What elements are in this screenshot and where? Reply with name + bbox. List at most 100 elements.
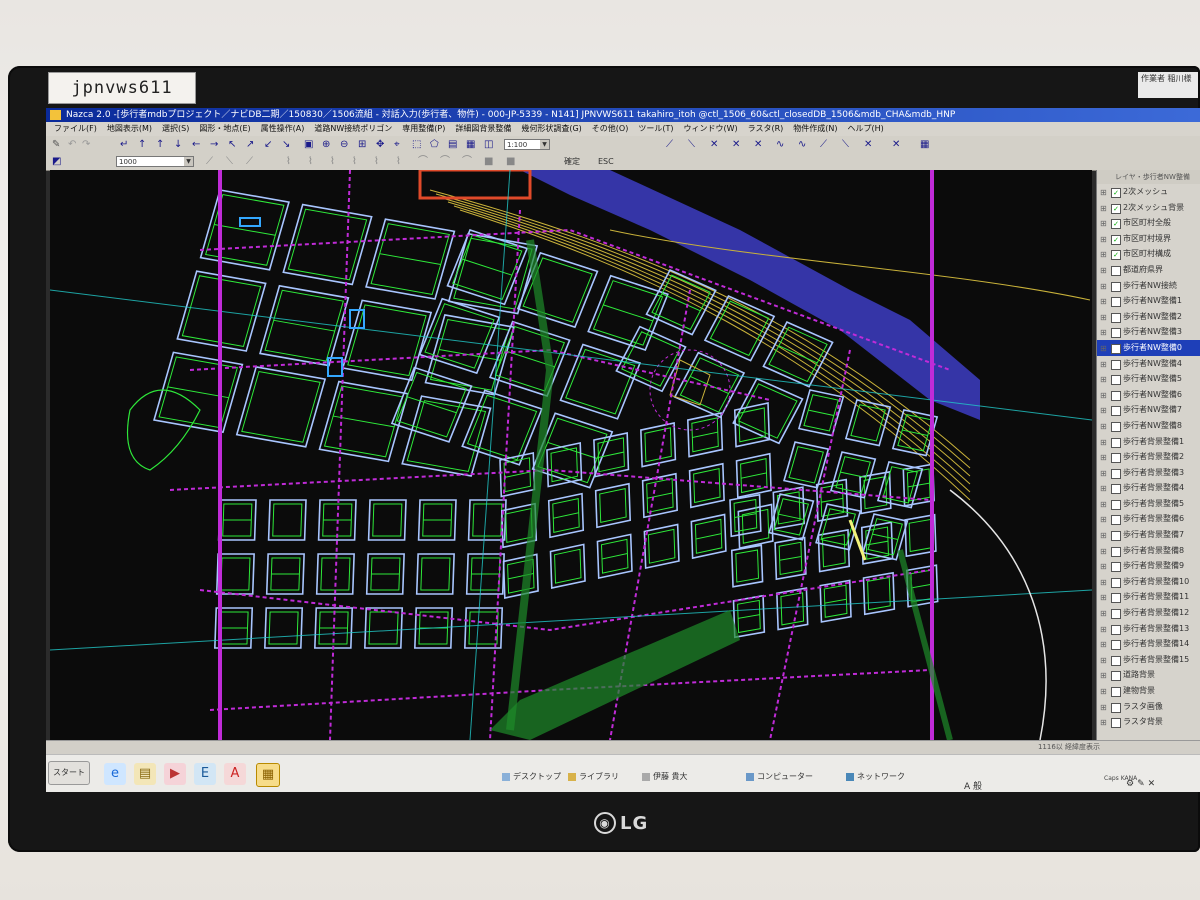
- line-icon[interactable]: ⟋: [206, 156, 213, 167]
- arc-icon[interactable]: ⌒: [440, 156, 450, 167]
- expand-icon[interactable]: ⊞: [1100, 294, 1107, 310]
- layer-item[interactable]: ⊞ 歩行者背景整備10: [1097, 574, 1200, 590]
- layer-checkbox[interactable]: [1111, 421, 1121, 432]
- layer-checkbox[interactable]: ✓: [1111, 234, 1121, 245]
- expand-icon[interactable]: ⊞: [1100, 263, 1107, 279]
- arrow-right-icon[interactable]: →: [210, 139, 218, 150]
- delete-node-icon[interactable]: ✕: [864, 139, 872, 150]
- arrow-up-icon[interactable]: ↑: [156, 139, 164, 150]
- grid-icon[interactable]: ▦: [920, 139, 929, 150]
- polyline-icon[interactable]: ⌇: [396, 156, 401, 167]
- layer-item[interactable]: ⊞ 歩行者背景整備14: [1097, 636, 1200, 652]
- layer-checkbox[interactable]: [1111, 328, 1121, 339]
- menu-item[interactable]: ツール(T): [638, 124, 673, 133]
- fill-icon[interactable]: ▤: [448, 139, 457, 150]
- polyline-icon[interactable]: ⌇: [330, 156, 335, 167]
- layer-item[interactable]: ⊞ 道路背景: [1097, 667, 1200, 683]
- expand-icon[interactable]: ⊞: [1100, 715, 1107, 731]
- taskbar-user[interactable]: 伊藤 貴大: [642, 771, 688, 782]
- expand-icon[interactable]: ⊞: [1100, 606, 1107, 622]
- layer-icon[interactable]: ◫: [484, 139, 493, 150]
- expand-icon[interactable]: ⊞: [1100, 466, 1107, 482]
- polyline-icon[interactable]: ⌇: [374, 156, 379, 167]
- zoom-out-icon[interactable]: ⊖: [340, 139, 348, 150]
- expand-icon[interactable]: ⊞: [1100, 575, 1107, 591]
- layer-item[interactable]: ⊞ 歩行者NW整備0: [1097, 339, 1200, 357]
- menu-item[interactable]: 物件作成(N): [793, 124, 837, 133]
- menu-item[interactable]: ラスタ(R): [748, 124, 784, 133]
- layer-item[interactable]: ⊞ 歩行者背景整備15: [1097, 652, 1200, 668]
- layer-item[interactable]: ⊞ 歩行者背景整備1: [1097, 434, 1200, 450]
- split-icon[interactable]: ⟋: [820, 139, 827, 150]
- menu-item[interactable]: その他(O): [592, 124, 629, 133]
- layer-checkbox[interactable]: ✓: [1111, 250, 1121, 261]
- window-titlebar[interactable]: Nazca 2.0 -[歩行者mdbプロジェクト／ナビDB二期／150830／1…: [46, 108, 1200, 122]
- zoom-in-icon[interactable]: ⊕: [322, 139, 330, 150]
- nazca-app-icon[interactable]: ▦: [256, 763, 280, 787]
- expand-icon[interactable]: ⊞: [1100, 622, 1107, 638]
- menu-item[interactable]: ヘルプ(H): [848, 124, 884, 133]
- expand-icon[interactable]: ⊞: [1100, 247, 1107, 263]
- esc-button[interactable]: ESC: [598, 156, 614, 167]
- expand-icon[interactable]: ⊞: [1100, 544, 1107, 560]
- arrow-se-icon[interactable]: ↘: [282, 139, 290, 150]
- layer-checkbox[interactable]: [1111, 718, 1121, 729]
- layer-checkbox[interactable]: [1111, 484, 1121, 495]
- layer-item[interactable]: ⊞ 歩行者NW接続: [1097, 278, 1200, 294]
- ie-icon[interactable]: e: [104, 763, 126, 785]
- zoom-window-icon[interactable]: ⊞: [358, 139, 366, 150]
- layer-checkbox[interactable]: [1111, 515, 1121, 526]
- layer-checkbox[interactable]: [1111, 609, 1121, 620]
- palette-icon[interactable]: ◩: [52, 156, 61, 167]
- expand-icon[interactable]: ⊞: [1100, 357, 1107, 373]
- expand-icon[interactable]: ⊞: [1100, 637, 1107, 653]
- menu-item[interactable]: 専用整備(P): [402, 124, 445, 133]
- expand-icon[interactable]: ⊞: [1100, 450, 1107, 466]
- grid-icon[interactable]: ▦: [466, 139, 475, 150]
- tray-icons[interactable]: ⚙✎✕: [1126, 779, 1158, 789]
- square-icon[interactable]: ■: [484, 156, 493, 167]
- layer-item[interactable]: ⊞ 歩行者背景整備7: [1097, 527, 1200, 543]
- delete-icon[interactable]: ✕: [892, 139, 900, 150]
- expand-icon[interactable]: ⊞: [1100, 216, 1107, 232]
- line-icon[interactable]: ⟍: [226, 156, 233, 167]
- layer-checkbox[interactable]: ✓: [1111, 188, 1121, 198]
- menu-item[interactable]: ファイル(F): [54, 124, 97, 133]
- expand-icon[interactable]: ⊞: [1100, 341, 1107, 357]
- arrow-left-icon[interactable]: ←: [192, 139, 200, 150]
- layer-checkbox[interactable]: ✓: [1111, 219, 1121, 230]
- expand-icon[interactable]: ⊞: [1100, 372, 1107, 388]
- return-arrow-icon[interactable]: ↵: [120, 139, 128, 150]
- menu-item[interactable]: 属性操作(A): [261, 124, 305, 133]
- expand-icon[interactable]: ⊞: [1100, 497, 1107, 513]
- polygon-icon[interactable]: ⬠: [430, 139, 439, 150]
- node-icon[interactable]: ✕: [732, 139, 740, 150]
- expand-icon[interactable]: ⊞: [1100, 700, 1107, 716]
- layer-item[interactable]: ⊞ ラスタ背景: [1097, 714, 1200, 730]
- layer-checkbox[interactable]: [1111, 702, 1121, 713]
- layer-item[interactable]: ⊞ ラスタ画像: [1097, 699, 1200, 715]
- menu-item[interactable]: 地図表示(M): [107, 124, 152, 133]
- expand-icon[interactable]: ⊞: [1100, 668, 1107, 684]
- expand-icon[interactable]: ⊞: [1100, 559, 1107, 575]
- confirm-button[interactable]: 確定: [564, 156, 580, 167]
- layer-item[interactable]: ⊞ 歩行者背景整備13: [1097, 621, 1200, 637]
- layer-item[interactable]: ⊞ 歩行者NW整備3: [1097, 324, 1200, 340]
- join-icon[interactable]: ⟍: [842, 139, 849, 150]
- curve-icon[interactable]: ⟋: [666, 139, 673, 150]
- expand-icon[interactable]: ⊞: [1100, 232, 1107, 248]
- taskbar-computer[interactable]: コンピューター: [746, 771, 813, 782]
- wave-icon[interactable]: ∿: [776, 139, 784, 150]
- layer-checkbox[interactable]: [1111, 453, 1121, 464]
- layer-combo[interactable]: 1000 ▼: [116, 156, 194, 167]
- menu-item[interactable]: 詳細図背景整備: [455, 124, 511, 133]
- arrow-up-icon[interactable]: ↑: [138, 139, 146, 150]
- layer-checkbox[interactable]: [1111, 375, 1121, 386]
- arrow-ne-icon[interactable]: ↗: [246, 139, 254, 150]
- layer-item[interactable]: ⊞ 都道府県界: [1097, 262, 1200, 278]
- layer-item[interactable]: ⊞ 歩行者背景整備6: [1097, 511, 1200, 527]
- layer-checkbox[interactable]: [1111, 671, 1121, 682]
- expand-icon[interactable]: ⊞: [1100, 388, 1107, 404]
- taskbar-network[interactable]: ネットワーク: [846, 771, 905, 782]
- expand-icon[interactable]: ⊞: [1100, 185, 1107, 201]
